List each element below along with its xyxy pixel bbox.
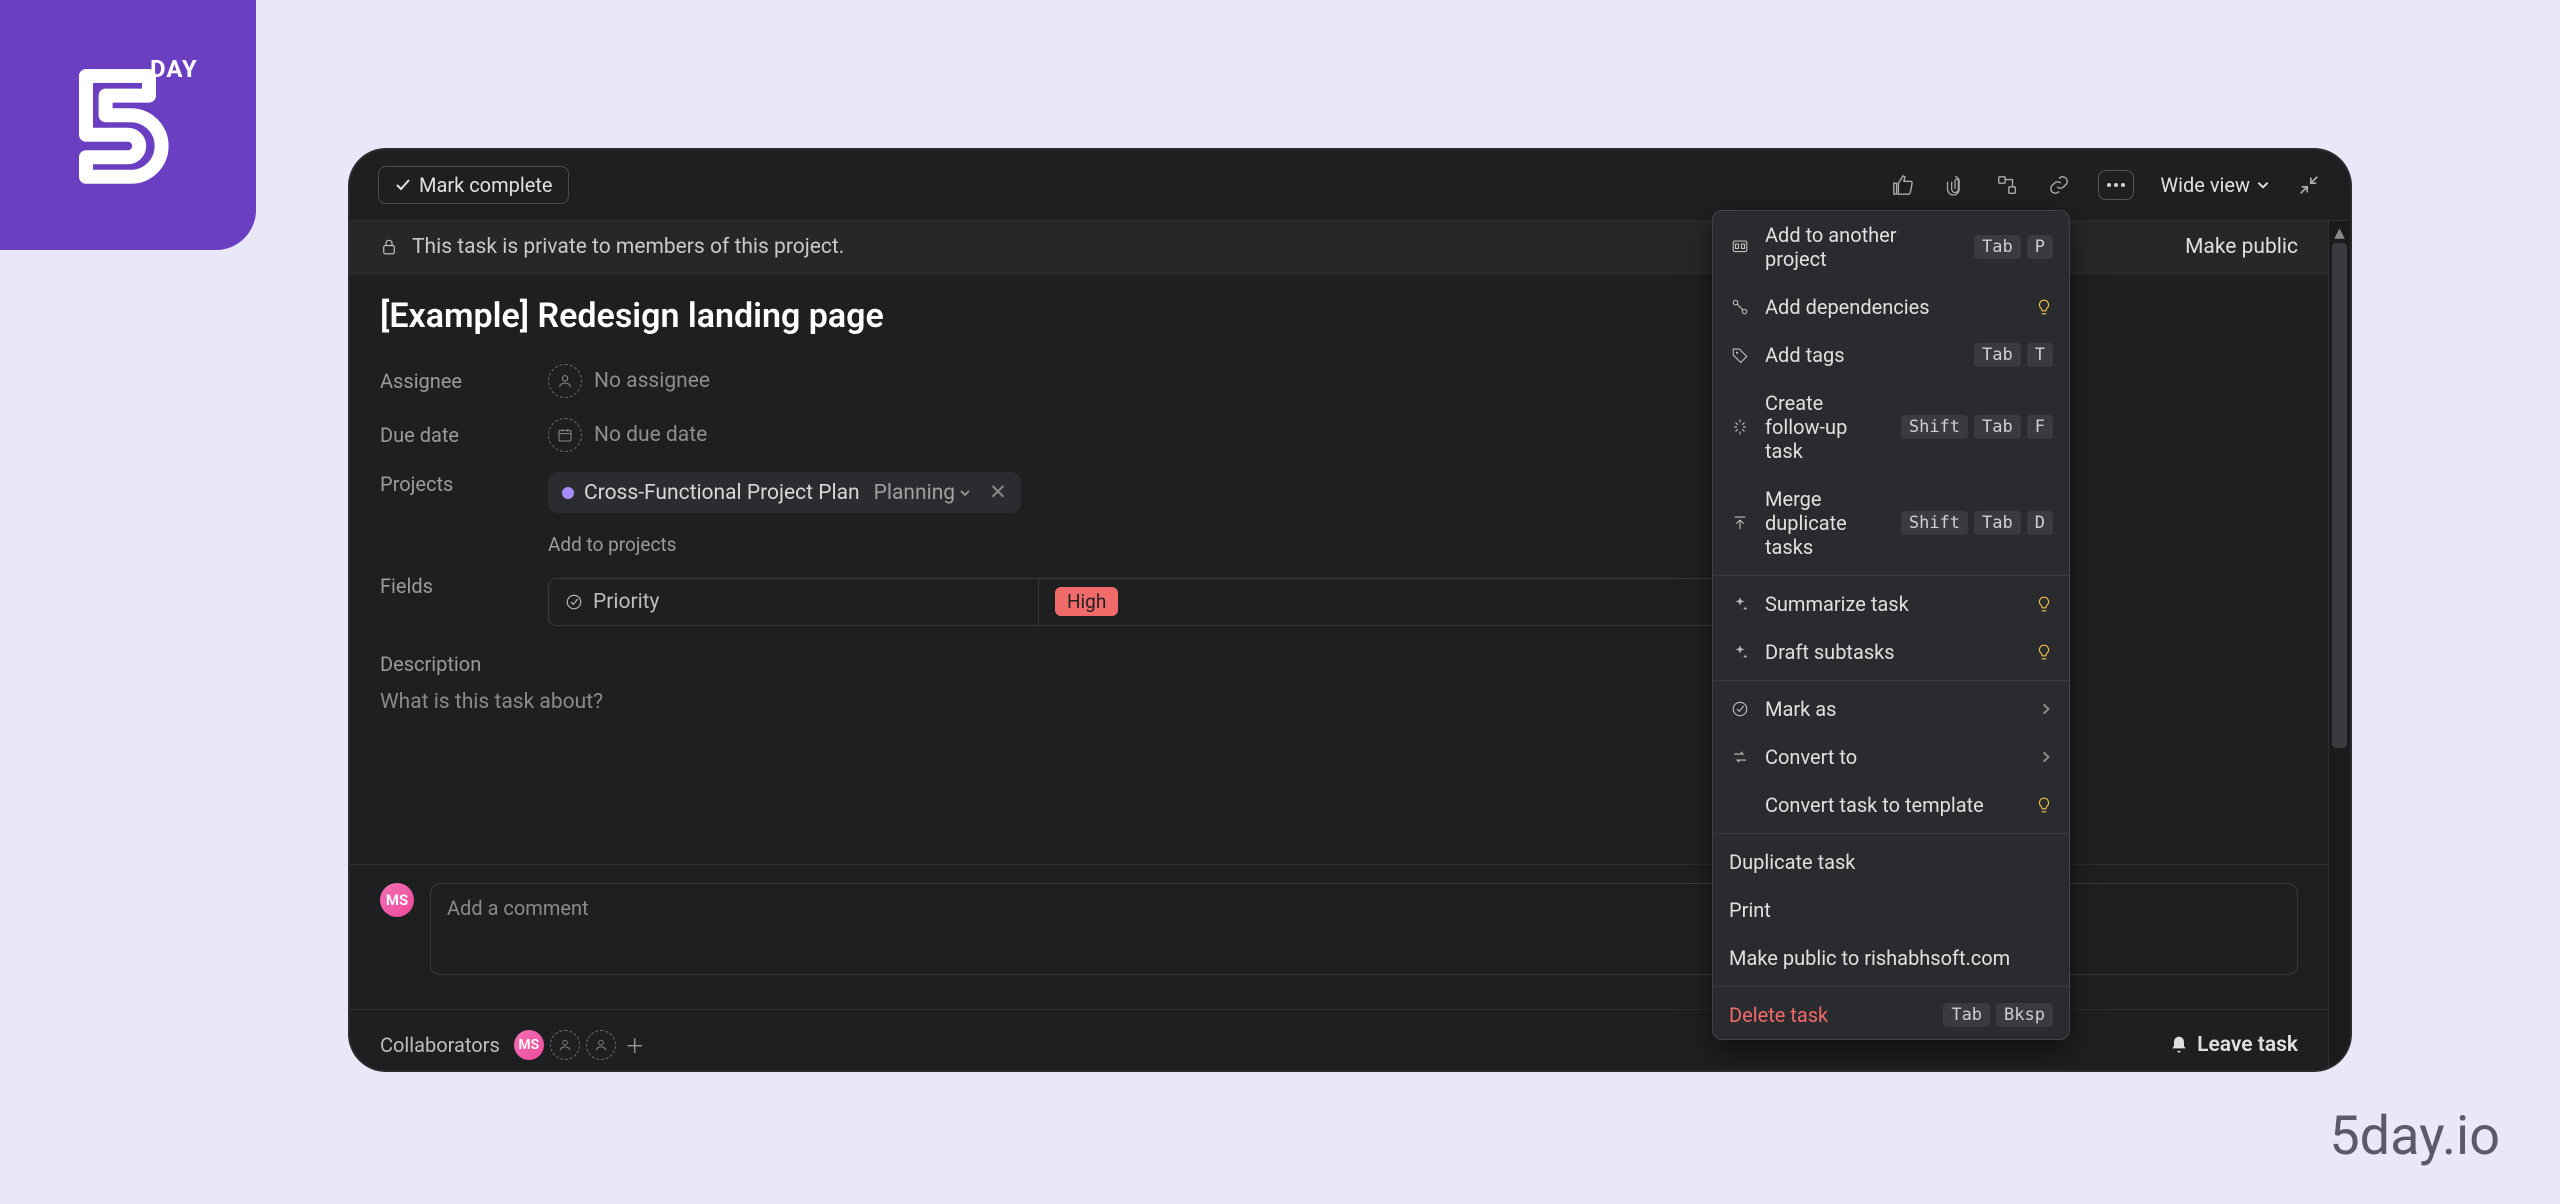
menu-item-merge-duplicate-tasks[interactable]: Merge duplicate tasksShiftTabD [1713, 475, 2069, 571]
kbd: D [2027, 511, 2053, 535]
calendar-icon [548, 418, 582, 452]
collaborator-avatar[interactable]: MS [514, 1030, 544, 1060]
menu-item-add-dependencies[interactable]: Add dependencies [1713, 283, 2069, 331]
add-collaborator-button[interactable]: ＋ [622, 1032, 648, 1058]
custom-field-name-cell: Priority [549, 579, 1039, 625]
menu-item-convert-to[interactable]: Convert to [1713, 733, 2069, 781]
sparkle-icon [1729, 643, 1751, 661]
kbd: Shift [1901, 415, 1968, 439]
project-icon [1729, 238, 1751, 256]
wide-view-label: Wide view [2160, 173, 2250, 197]
project-section[interactable]: Planning [874, 481, 971, 505]
lightbulb-icon [2035, 643, 2053, 661]
like-icon[interactable] [1890, 172, 1916, 198]
mark-complete-button[interactable]: Mark complete [378, 166, 569, 204]
duedate-label: Due date [380, 423, 548, 447]
scrollbar[interactable]: ▴ ▾ [2328, 221, 2350, 1070]
lock-icon [380, 238, 398, 256]
check-icon [1729, 700, 1751, 718]
duedate-button[interactable]: No due date [548, 418, 707, 452]
task-detail-modal: Mark complete Wide view This task is pri… [350, 150, 2350, 1070]
custom-field-name: Priority [593, 590, 659, 614]
convert-icon [1729, 748, 1751, 766]
menu-separator [1713, 680, 2069, 681]
menu-item-add-tags[interactable]: Add tagsTabT [1713, 331, 2069, 379]
lightbulb-icon [2035, 298, 2053, 316]
menu-item-duplicate-task[interactable]: Duplicate task [1713, 838, 2069, 886]
kbd: Tab [1974, 235, 2021, 259]
check-circle-icon [565, 593, 583, 611]
footer-url: 5day.io [2329, 1105, 2500, 1168]
make-public-button[interactable]: Make public [2185, 235, 2298, 259]
assignee-button[interactable]: No assignee [548, 364, 710, 398]
subtask-icon[interactable] [1994, 172, 2020, 198]
menu-separator [1713, 833, 2069, 834]
assignee-label: Assignee [380, 369, 548, 393]
kbd: Tab [1974, 343, 2021, 367]
duedate-value: No due date [594, 423, 707, 447]
project-color-dot [562, 487, 574, 499]
scrollbar-thumb[interactable] [2332, 243, 2347, 748]
custom-field-value-cell[interactable]: High [1039, 590, 1134, 614]
projects-label: Projects [380, 472, 548, 496]
ellipsis-icon [2106, 182, 2126, 188]
attachment-icon[interactable] [1942, 172, 1968, 198]
leave-task-label: Leave task [2197, 1033, 2298, 1057]
fields-label: Fields [380, 574, 548, 598]
privacy-message: This task is private to members of this … [412, 235, 844, 259]
menu-separator [1713, 986, 2069, 987]
add-collaborator-slot[interactable] [586, 1030, 616, 1060]
menu-item-make-public-to-rishabhsoft-com[interactable]: Make public to rishabhsoft.com [1713, 934, 2069, 982]
topbar-actions: Wide view [1890, 170, 2322, 200]
project-name: Cross-Functional Project Plan [584, 481, 860, 505]
check-icon [395, 177, 411, 193]
scroll-down-icon[interactable]: ▾ [2329, 1057, 2350, 1070]
kbd: F [2027, 415, 2053, 439]
kbd: P [2027, 235, 2053, 259]
avatar: MS [380, 883, 414, 917]
chevron-right-icon [2039, 750, 2053, 764]
menu-item-draft-subtasks[interactable]: Draft subtasks [1713, 628, 2069, 676]
kbd: Tab [1974, 415, 2021, 439]
chevron-down-icon [2256, 178, 2270, 192]
brand-logo-badge: DAY [0, 0, 256, 250]
deps-icon [1729, 298, 1751, 316]
remove-project-icon[interactable]: ✕ [989, 480, 1007, 505]
menu-separator [1713, 575, 2069, 576]
menu-item-add-to-another-project[interactable]: Add to another projectTabP [1713, 211, 2069, 283]
user-icon [548, 364, 582, 398]
loader-icon [1729, 418, 1751, 436]
lightbulb-icon [2035, 796, 2053, 814]
mark-complete-label: Mark complete [419, 173, 552, 197]
kbd: T [2027, 343, 2053, 367]
menu-item-delete-task[interactable]: Delete task Tab Bksp [1713, 991, 2069, 1039]
logo-day-text: DAY [150, 55, 198, 83]
collaborators-label: Collaborators [380, 1033, 500, 1057]
leave-task-button[interactable]: Leave task [2169, 1033, 2298, 1057]
menu-item-print[interactable]: Print [1713, 886, 2069, 934]
add-collaborator-slot[interactable] [550, 1030, 580, 1060]
kbd: Tab [1974, 511, 2021, 535]
menu-item-mark-as[interactable]: Mark as [1713, 685, 2069, 733]
menu-item-create-follow-up-task[interactable]: Create follow-up taskShiftTabF [1713, 379, 2069, 475]
sparkle-icon [1729, 595, 1751, 613]
bell-icon [2169, 1035, 2189, 1055]
chevron-right-icon [2039, 702, 2053, 716]
tag-icon [1729, 346, 1751, 364]
more-actions-button[interactable] [2098, 170, 2134, 200]
collapse-icon[interactable] [2296, 172, 2322, 198]
menu-item-convert-task-to-template[interactable]: Convert task to template [1713, 781, 2069, 829]
chevron-down-icon [959, 487, 971, 499]
project-chip[interactable]: Cross-Functional Project Plan Planning ✕ [548, 472, 1021, 513]
link-icon[interactable] [2046, 172, 2072, 198]
menu-item-summarize-task[interactable]: Summarize task [1713, 580, 2069, 628]
kbd: Shift [1901, 511, 1968, 535]
lightbulb-icon [2035, 595, 2053, 613]
scroll-up-icon[interactable]: ▴ [2329, 221, 2350, 243]
assignee-value: No assignee [594, 369, 710, 393]
merge-icon [1729, 514, 1751, 532]
priority-badge: High [1055, 587, 1118, 616]
view-toggle[interactable]: Wide view [2160, 173, 2270, 197]
more-actions-menu: Add to another projectTabPAdd dependenci… [1712, 210, 2070, 1040]
